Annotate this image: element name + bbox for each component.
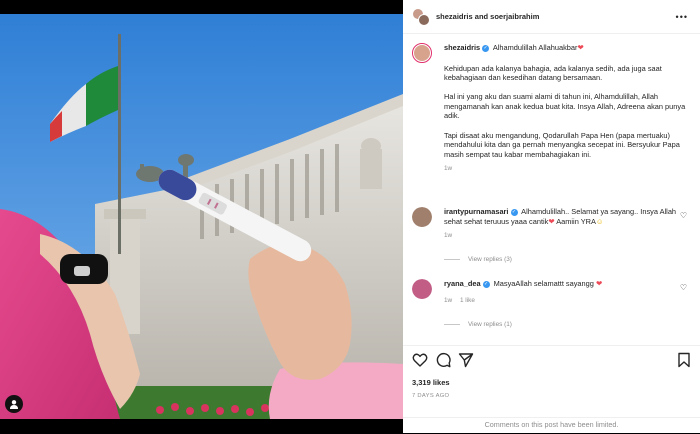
caption-first-line: Alhamdulillah Allahuakbar xyxy=(492,43,578,52)
verified-icon: ✓ xyxy=(510,208,518,216)
avatar[interactable] xyxy=(412,207,432,227)
view-replies-label: View replies (3) xyxy=(468,256,512,263)
user-icon xyxy=(10,400,18,409)
comment-time: 1w xyxy=(444,232,453,240)
comment-username[interactable]: irantypurnamasari xyxy=(444,207,509,216)
view-replies-button[interactable]: View replies (3) xyxy=(444,256,512,263)
comment-username[interactable]: ryana_dea xyxy=(444,279,481,288)
heart-icon[interactable] xyxy=(412,352,428,368)
photo-scene xyxy=(0,14,403,419)
view-replies-label: View replies (1) xyxy=(468,321,512,328)
caption-paragraph: Hal ini yang aku dan suami alami di tahu… xyxy=(444,92,686,121)
avatar xyxy=(418,13,430,26)
verified-icon: ✓ xyxy=(482,44,490,52)
caption-username[interactable]: shezaidris xyxy=(444,43,480,52)
post-actions: 3,319 likes 7 DAYS AGO Comments on this … xyxy=(403,345,700,433)
caption-time: 1w xyxy=(444,165,453,173)
avatar[interactable] xyxy=(412,43,432,63)
view-replies-button[interactable]: View replies (1) xyxy=(444,321,512,328)
post-side-panel: shezaidris and soerjaibrahim ••• shezaid… xyxy=(403,0,700,433)
comments-limited-notice: Comments on this post have been limited. xyxy=(403,417,700,434)
post-photo[interactable] xyxy=(0,14,403,419)
bookmark-icon[interactable] xyxy=(676,352,692,368)
comment-text: MasyaAllah selamattt sayangg xyxy=(493,279,594,288)
heart-emoji-icon: ❤ xyxy=(577,43,584,52)
comment-like-count[interactable]: 1 like xyxy=(460,297,475,304)
post-header: shezaidris and soerjaibrahim ••• xyxy=(403,0,700,34)
post-authors[interactable]: shezaidris and soerjaibrahim xyxy=(436,12,539,21)
post-viewer: shezaidris and soerjaibrahim ••• shezaid… xyxy=(0,0,700,433)
comment-time: 1w xyxy=(444,296,453,304)
more-horizontal-icon[interactable]: ••• xyxy=(676,12,688,22)
tagged-user-button[interactable] xyxy=(5,395,23,413)
like-comment-heart-icon[interactable]: ♡ xyxy=(680,283,687,292)
share-icon[interactable] xyxy=(458,352,474,368)
like-comment-heart-icon[interactable]: ♡ xyxy=(680,211,687,220)
heart-emoji-icon: ❤ xyxy=(595,279,603,288)
caption-paragraph: Tapi disaat aku mengandung, Qodarullah P… xyxy=(444,130,680,159)
smile-emoji-icon: ☺ xyxy=(595,216,604,226)
verified-icon: ✓ xyxy=(482,280,490,288)
comments-scroll[interactable]: shezaidris ✓ Alhamdulillah Allahuakbar❤ K… xyxy=(403,35,700,340)
comment-meta: 1w 1 like xyxy=(444,296,678,306)
caption-paragraph: Kehidupan ada kalanya bahagia, ada kalan… xyxy=(444,63,662,83)
comment-text-tail: Aamiin YRA xyxy=(554,216,596,226)
like-count[interactable]: 3,319 likes xyxy=(412,378,450,387)
post-date: 7 DAYS AGO xyxy=(412,393,450,399)
comment-icon[interactable] xyxy=(435,352,451,368)
avatar[interactable] xyxy=(412,279,432,299)
collab-avatars[interactable] xyxy=(412,7,430,26)
action-buttons xyxy=(412,352,692,370)
